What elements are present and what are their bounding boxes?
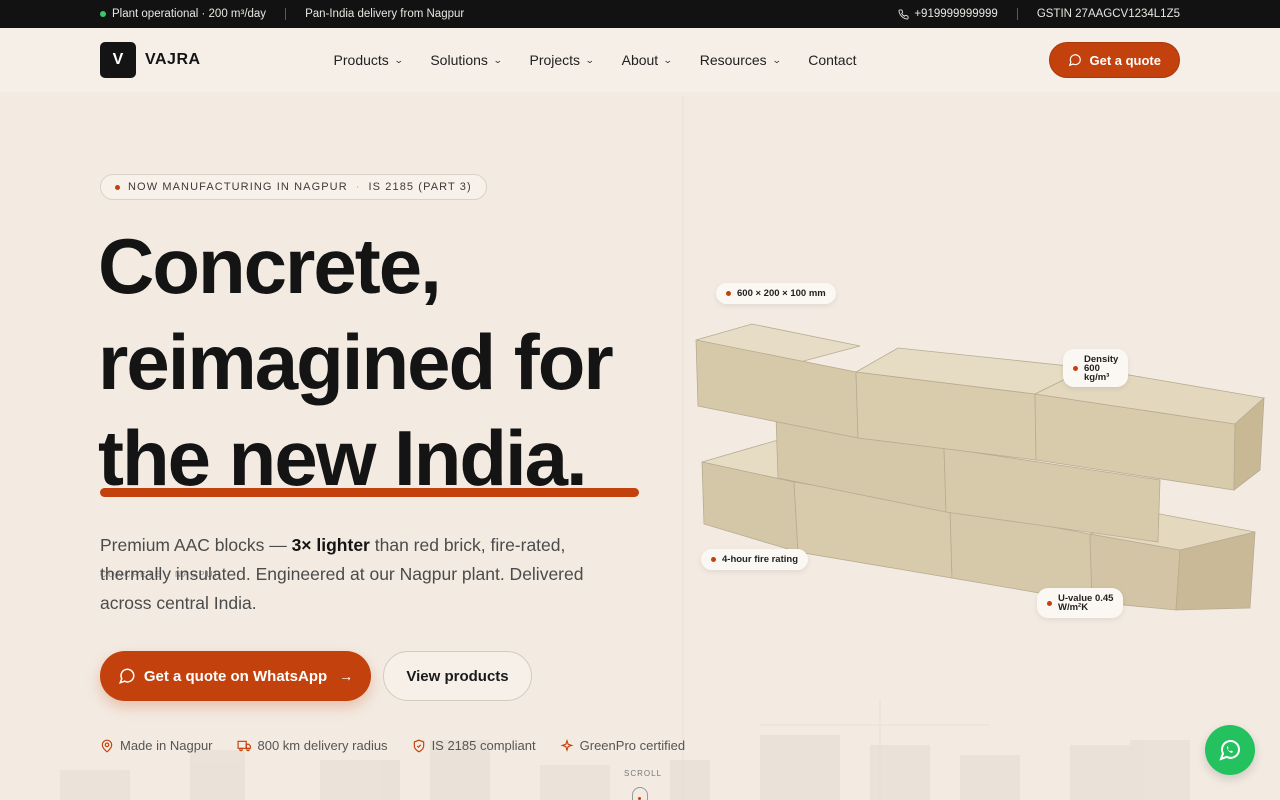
whatsapp-quote-button[interactable]: Get a quote on WhatsApp → (100, 651, 371, 701)
hero-badge: NOW MANUFACTURING IN NAGPUR · IS 2185 (P… (100, 174, 487, 200)
feature-item: GreenPro certified (560, 738, 686, 753)
badge-separator: · (355, 181, 361, 193)
fire-rating-label: 4-hour fire rating (722, 554, 799, 565)
badge-standard: IS 2185 (PART 3) (368, 181, 472, 193)
nav-item-about[interactable]: About ⌄ (621, 52, 673, 68)
chat-bubble-icon (118, 668, 135, 685)
nav-item-label: Resources (699, 52, 767, 68)
description-highlight: 3× lighter (291, 535, 370, 555)
nav-item-label: About (621, 52, 659, 68)
shield-icon (413, 739, 424, 752)
view-products-label: View products (406, 667, 509, 685)
chat-bubble-icon (1069, 54, 1082, 67)
main-nav: V VAJRA CONCRETE · NAGPUR Products ⌄ Solu… (0, 28, 1280, 579)
description-text: Premium AAC blocks — (100, 535, 292, 555)
delivery-info: Pan-India delivery from Nagpur (305, 8, 465, 20)
view-products-button[interactable]: View products (383, 651, 532, 701)
arrow-right-icon: → (339, 668, 354, 684)
whatsapp-icon (1219, 740, 1241, 761)
headline-line: Concrete, (98, 222, 442, 310)
top-info-bar: Plant operational · 200 m³/day Pan-India… (0, 0, 1280, 28)
whatsapp-float-button[interactable] (1205, 725, 1255, 775)
phone-link[interactable]: +919999999999 (898, 8, 998, 20)
nav-menu: Products ⌄ Solutions ⌄ Projects ⌄ About ⌄ Re… (334, 52, 885, 68)
chevron-down-icon: ⌄ (771, 54, 782, 65)
chevron-down-icon: ⌄ (393, 54, 404, 65)
truck-icon (237, 740, 251, 751)
uvalue-text: U-value 0.45 W/m²K (1058, 594, 1113, 613)
feature-item: Made in Nagpur (100, 738, 213, 753)
feature-list: Made in Nagpur 800 km delivery radius IS… (100, 738, 685, 753)
brand-name: VAJRA (145, 51, 201, 68)
status-dot (100, 11, 106, 17)
sparkle-icon (560, 738, 574, 752)
nav-item-resources[interactable]: Resources ⌄ (699, 52, 782, 68)
tag-dot (726, 291, 731, 296)
whatsapp-quote-label: Get a quote on WhatsApp (143, 667, 328, 685)
nav-item-products[interactable]: Products ⌄ (333, 52, 404, 68)
badge-dot (115, 184, 120, 190)
feature-label: IS 2185 compliant (431, 738, 536, 753)
headline-underline (100, 488, 639, 497)
tag-dot (1047, 600, 1052, 606)
feature-label: Made in Nagpur (120, 738, 213, 753)
badge-text: NOW MANUFACTURING IN NAGPUR (128, 181, 348, 193)
hero-description: Premium AAC blocks — 3× lighter than red… (100, 531, 620, 618)
nav-item-label: Products (333, 52, 389, 68)
density-unit: kg/m³ (1084, 371, 1110, 383)
density-text: Density 600 kg/m³ (1084, 354, 1118, 383)
divider (285, 8, 287, 20)
feature-label: GreenPro certified (579, 738, 686, 753)
nav-item-label: Solutions (430, 52, 488, 68)
nav-item-label: Contact (808, 52, 857, 68)
divider (1016, 8, 1018, 20)
aac-blocks-illustration (695, 323, 1265, 611)
hero-headline: Concrete, reimagined for the new India. (98, 218, 614, 506)
uvalue-unit: W/m²K (1058, 602, 1089, 613)
logo-mark: V (100, 42, 136, 78)
gstin: GSTIN 27AAGCV1234L1Z5 (1036, 8, 1180, 20)
tag-dot (711, 557, 716, 562)
nav-item-label: Projects (529, 52, 581, 68)
chevron-down-icon: ⌄ (584, 54, 595, 65)
chevron-down-icon: ⌄ (492, 54, 503, 65)
phone-number: +919999999999 (914, 8, 998, 20)
fire-rating-tag: 4-hour fire rating (701, 549, 809, 570)
phone-icon (898, 8, 909, 19)
logo[interactable]: V VAJRA CONCRETE · NAGPUR (100, 42, 220, 579)
uvalue-tag: U-value 0.45 W/m²K (1037, 588, 1124, 618)
dimensions-tag: 600 × 200 × 100 mm (716, 283, 836, 304)
headline-line: reimagined for (98, 318, 614, 406)
map-pin-icon (101, 739, 113, 753)
feature-label: 800 km delivery radius (257, 738, 388, 753)
scroll-label: SCROLL (624, 769, 663, 778)
dimensions-label: 600 × 200 × 100 mm (737, 288, 826, 299)
density-tag: Density 600 kg/m³ (1063, 349, 1129, 387)
tag-dot (1073, 365, 1078, 371)
chevron-down-icon: ⌄ (663, 54, 673, 65)
get-quote-label: Get a quote (1089, 52, 1161, 68)
get-quote-button[interactable]: Get a quote (1049, 42, 1180, 78)
scroll-indicator[interactable] (632, 787, 648, 800)
plant-status: Plant operational · 200 m³/day (112, 8, 267, 20)
nav-item-contact[interactable]: Contact (808, 52, 856, 68)
feature-item: IS 2185 compliant (412, 738, 536, 753)
feature-item: 800 km delivery radius (237, 738, 388, 753)
nav-item-solutions[interactable]: Solutions ⌄ (430, 52, 503, 68)
nav-item-projects[interactable]: Projects ⌄ (529, 52, 595, 68)
